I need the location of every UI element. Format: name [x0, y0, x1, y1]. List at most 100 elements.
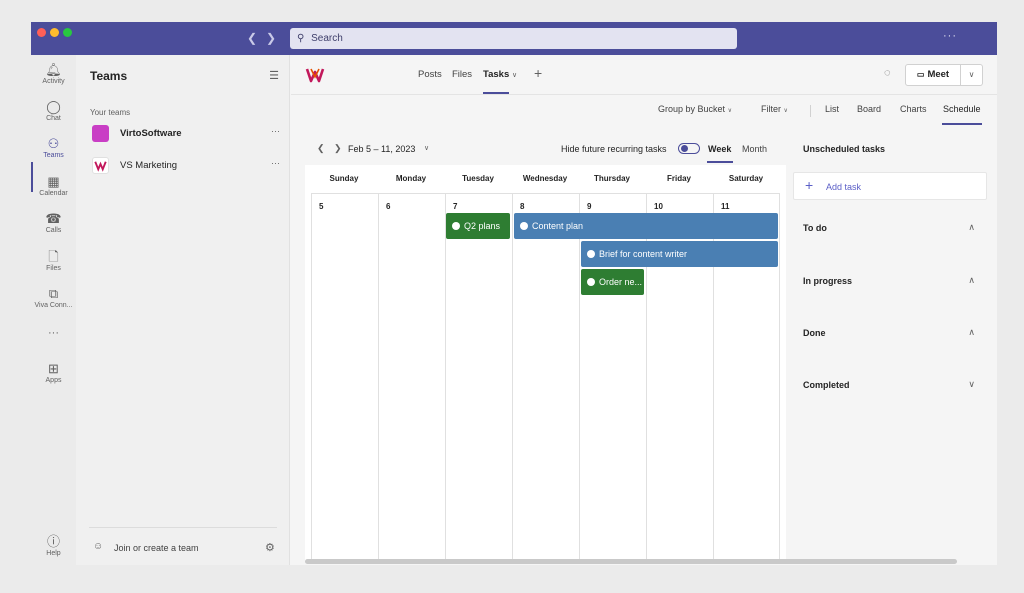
- rail-item-apps[interactable]: ⊞ Apps: [31, 362, 76, 385]
- chevron-down-icon[interactable]: ∨: [968, 379, 975, 390]
- rail-item-viva[interactable]: ⧉ Viva Conn...: [31, 287, 76, 310]
- group-by-dropdown[interactable]: Group by Bucket ∨: [658, 104, 732, 114]
- chevron-up-icon[interactable]: ∧: [968, 275, 975, 286]
- panel-title: Teams: [90, 69, 128, 83]
- task-title: Brief for content writer: [599, 249, 688, 259]
- day-cell-6[interactable]: 6: [378, 193, 445, 561]
- add-task-button[interactable]: + Add task: [793, 172, 987, 200]
- rail-item-files[interactable]: 🗋︎ Files: [31, 250, 76, 273]
- more-options-icon[interactable]: ···: [943, 30, 957, 42]
- minimize-window-button[interactable]: [50, 28, 59, 37]
- view-week[interactable]: Week: [708, 144, 731, 154]
- team-more-icon[interactable]: ···: [271, 158, 280, 168]
- teams-app-window: ❮ ❯ ⚲ Search ··· 🔔︎ Activity ◯ Chat ⚇ Te…: [31, 22, 997, 565]
- view-schedule[interactable]: Schedule: [943, 104, 981, 114]
- chevron-down-icon[interactable]: ∨: [424, 144, 429, 152]
- view-list[interactable]: List: [825, 104, 839, 114]
- gear-icon[interactable]: ⚙︎: [265, 541, 275, 554]
- group-in-progress[interactable]: In progress: [803, 276, 852, 286]
- back-arrow-icon[interactable]: ❮: [247, 31, 257, 45]
- team-item-vs-marketing[interactable]: VS Marketing ···: [90, 155, 280, 177]
- prev-week-arrow-icon[interactable]: ❮: [317, 143, 325, 154]
- section-label: Your teams: [90, 108, 131, 117]
- tab-tasks[interactable]: Tasks: [483, 69, 509, 80]
- app-rail: 🔔︎ Activity ◯ Chat ⚇ Teams ▦ Calendar ☎︎…: [31, 55, 76, 565]
- filter-dropdown[interactable]: Filter ∨: [761, 104, 788, 114]
- rail-item-chat[interactable]: ◯ Chat: [31, 100, 76, 123]
- task-bar-order-ne[interactable]: Order ne...: [581, 269, 644, 295]
- view-charts[interactable]: Charts: [900, 104, 927, 114]
- title-bar: ❮ ❯ ⚲ Search ···: [31, 22, 997, 55]
- meet-dropdown-chevron-icon[interactable]: ∨: [961, 64, 983, 86]
- hide-recurring-toggle[interactable]: [678, 143, 700, 154]
- day-cell-7[interactable]: 7: [445, 193, 512, 561]
- calendar-icon: ▦: [47, 174, 60, 189]
- chevron-up-icon[interactable]: ∧: [968, 222, 975, 233]
- search-input[interactable]: ⚲ Search: [290, 28, 737, 49]
- rail-item-help[interactable]: ⓘ Help: [31, 534, 76, 558]
- chevron-down-icon[interactable]: ∨: [512, 71, 517, 79]
- team-avatar: [92, 125, 109, 142]
- team-more-icon[interactable]: ···: [271, 126, 280, 136]
- group-done[interactable]: Done: [803, 328, 826, 338]
- chevron-up-icon[interactable]: ∧: [968, 327, 975, 338]
- unscheduled-tasks-panel: Unscheduled tasks + Add task To do ∧ In …: [793, 133, 987, 561]
- next-week-arrow-icon[interactable]: ❯: [334, 143, 342, 154]
- day-header-saturday: Saturday: [728, 174, 764, 183]
- horizontal-scrollbar[interactable]: [305, 559, 957, 564]
- day-number: 10: [654, 202, 663, 211]
- rail-more-apps[interactable]: ···: [31, 327, 76, 339]
- task-title: Order ne...: [599, 277, 643, 287]
- add-tab-icon[interactable]: +: [534, 65, 542, 81]
- task-bar-content-plan[interactable]: Content plan: [514, 213, 778, 239]
- view-board[interactable]: Board: [857, 104, 881, 114]
- team-item-virtosoftware[interactable]: VirtoSoftware ···: [90, 123, 280, 145]
- hide-recurring-label: Hide future recurring tasks: [561, 144, 667, 154]
- group-completed[interactable]: Completed: [803, 380, 850, 390]
- team-logo-icon: [94, 161, 107, 172]
- view-month[interactable]: Month: [742, 144, 767, 154]
- join-create-team-link[interactable]: Join or create a team: [114, 543, 199, 553]
- meet-button[interactable]: ▭ Meet: [905, 64, 961, 86]
- forward-arrow-icon[interactable]: ❯: [266, 31, 276, 45]
- in-progress-icon: [587, 250, 595, 258]
- in-progress-icon: [520, 222, 528, 230]
- search-placeholder: Search: [311, 33, 343, 44]
- rail-item-activity[interactable]: 🔔︎ Activity: [31, 63, 76, 86]
- date-range-label[interactable]: Feb 5 – 11, 2023: [348, 144, 415, 154]
- tab-files[interactable]: Files: [452, 69, 472, 80]
- rail-item-label: Help: [46, 550, 61, 557]
- filter-label: Filter: [761, 104, 781, 114]
- planner-toolbar: Group by Bucket ∨ Filter ∨ List Board Ch…: [291, 96, 997, 125]
- chevron-down-icon: ∨: [727, 108, 732, 114]
- channel-header: Posts Files Tasks ∨ + ◌ ▭ Meet ∨: [291, 55, 997, 95]
- day-cell-5[interactable]: 5: [311, 193, 378, 561]
- rail-item-teams[interactable]: ⚇ Teams: [31, 137, 76, 160]
- unscheduled-title: Unscheduled tasks: [803, 144, 886, 154]
- task-bar-q2-plans[interactable]: Q2 plans: [446, 213, 510, 239]
- rail-item-calendar[interactable]: ▦ Calendar: [31, 174, 76, 198]
- close-window-button[interactable]: [37, 28, 46, 37]
- task-title: Q2 plans: [464, 221, 501, 231]
- task-bar-brief-content-writer[interactable]: Brief for content writer: [581, 241, 778, 267]
- rail-item-label: Chat: [46, 115, 61, 122]
- planner-logo-icon: [305, 68, 325, 83]
- help-icon: ⓘ: [46, 534, 60, 549]
- maximize-window-button[interactable]: [63, 28, 72, 37]
- day-number: 9: [587, 202, 592, 211]
- day-cell-8[interactable]: 8: [512, 193, 579, 561]
- active-tab-indicator: [483, 92, 509, 94]
- rail-item-label: Files: [46, 265, 61, 272]
- active-view-indicator: [942, 123, 982, 125]
- conversation-icon[interactable]: ◌: [884, 67, 891, 79]
- rail-item-calls[interactable]: ☎︎ Calls: [31, 212, 76, 235]
- completed-check-icon: [452, 222, 460, 230]
- filter-icon[interactable]: ☰: [269, 69, 279, 82]
- group-to-do[interactable]: To do: [803, 223, 827, 233]
- group-by-label: Group by Bucket: [658, 104, 726, 114]
- team-name: VirtoSoftware: [120, 128, 182, 139]
- tab-posts[interactable]: Posts: [418, 69, 442, 80]
- task-title: Content plan: [532, 221, 584, 231]
- calendar-header: ❮ ❯ Feb 5 – 11, 2023 ∨ Hide future recur…: [305, 133, 786, 165]
- chevron-down-icon: ∨: [783, 108, 788, 114]
